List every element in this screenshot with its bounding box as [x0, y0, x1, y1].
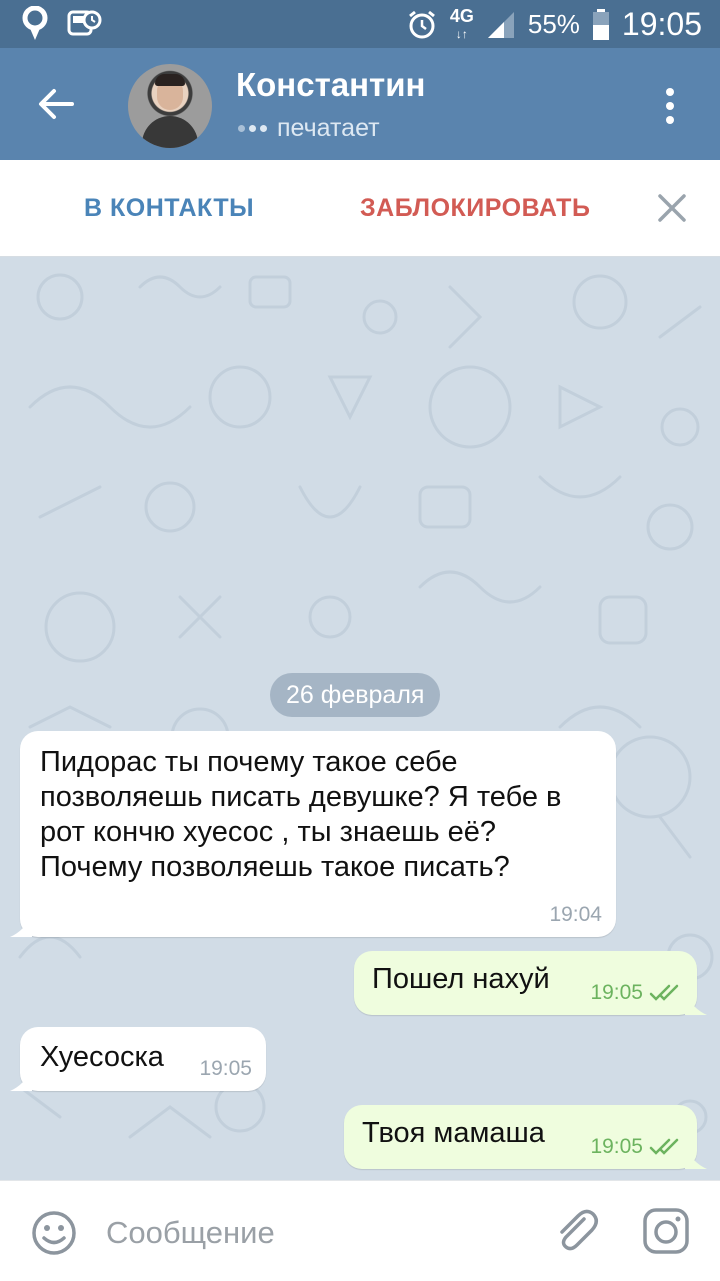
paperclip-icon[interactable] — [550, 1205, 602, 1257]
message-text: Пошел нахуй — [372, 963, 550, 995]
more-menu-button[interactable] — [642, 78, 698, 134]
contact-avatar[interactable] — [128, 64, 212, 148]
add-to-contacts-button[interactable]: В КОНТАКТЫ — [84, 194, 254, 223]
status-bar: 4G ↓↑ 55% 19:05 — [0, 0, 720, 48]
typing-status-label: печатает — [277, 114, 380, 142]
driving-mode-icon — [67, 10, 102, 36]
message-bubble-outgoing[interactable]: Пошел нахуй 19:05 — [354, 951, 707, 1015]
message-input[interactable] — [104, 1207, 528, 1259]
emoji-icon[interactable] — [30, 1209, 78, 1257]
signal-icon — [487, 11, 514, 38]
network-4g-icon: 4G ↓↑ — [449, 5, 474, 41]
message-bubble-incoming[interactable]: Пидорас ты почему такое себе позволяешь … — [10, 731, 616, 937]
camera-icon[interactable] — [640, 1205, 692, 1257]
message-bubble-outgoing[interactable]: Твоя мамаша 19:05 — [344, 1105, 707, 1169]
message-text: Пидорас ты почему такое себе позволяешь … — [40, 746, 562, 883]
message-time: 19:05 — [590, 981, 643, 1004]
arrow-left-icon — [39, 89, 74, 119]
status-clock: 19:05 — [621, 6, 702, 42]
network-label: 4G — [449, 5, 474, 26]
message-time: 19:05 — [199, 1057, 252, 1080]
date-separator: 26 февраля — [270, 673, 441, 717]
message-text: Твоя мамаша — [362, 1117, 545, 1149]
new-contact-action-bar: В КОНТАКТЫ ЗАБЛОКИРОВАТЬ — [0, 160, 720, 257]
message-text: Хуесоска — [40, 1041, 164, 1073]
message-list[interactable]: 26 февраля Пидорас ты почему такое себе … — [0, 257, 720, 1180]
double-check-icon — [649, 1138, 679, 1155]
alarm-icon — [408, 10, 435, 38]
location-icon — [22, 6, 48, 40]
message-time: 19:05 — [590, 1135, 643, 1158]
contact-name[interactable]: Константин — [236, 66, 425, 104]
message-bubble-incoming[interactable]: Хуесоска 19:05 — [10, 1027, 266, 1091]
chat-header: Константин печатает — [0, 48, 720, 160]
close-icon[interactable] — [654, 190, 690, 226]
battery-percent: 55% — [527, 9, 580, 39]
back-button[interactable] — [24, 72, 88, 136]
block-user-button[interactable]: ЗАБЛОКИРОВАТЬ — [360, 194, 590, 223]
battery-icon — [592, 8, 609, 40]
typing-dots-icon — [238, 125, 267, 132]
typing-status: печатает — [238, 114, 380, 143]
double-check-icon — [649, 984, 679, 1001]
message-time: 19:04 — [549, 903, 602, 926]
message-composer — [0, 1180, 720, 1281]
